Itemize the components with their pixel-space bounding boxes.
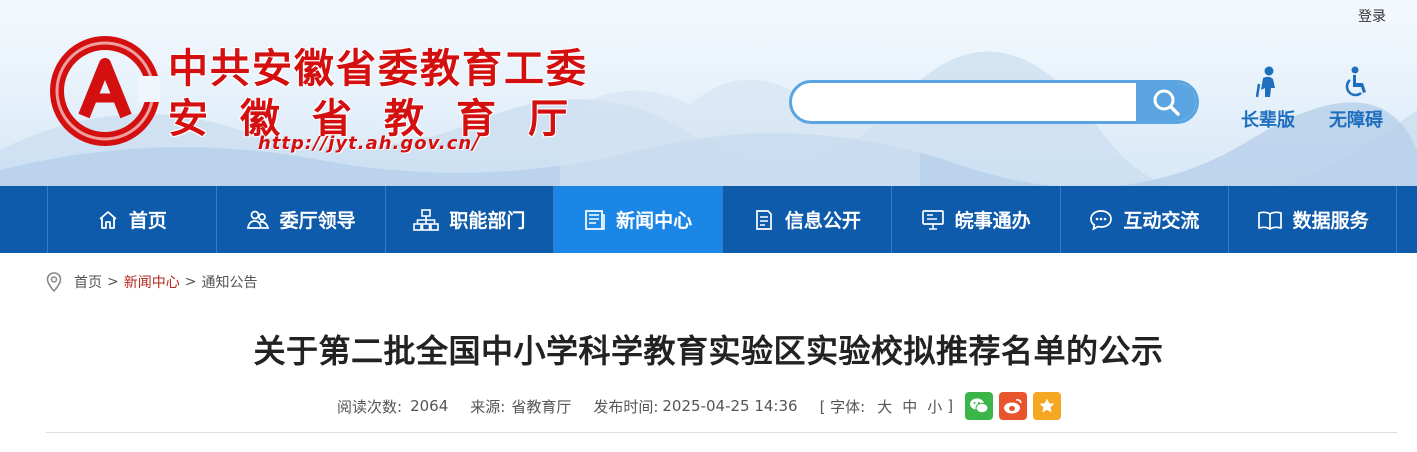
leaders-icon: [246, 209, 270, 231]
search-icon: [1153, 89, 1180, 116]
nav-item-departments[interactable]: 职能部门: [384, 186, 554, 253]
nav-item-label: 职能部门: [449, 210, 526, 232]
publish-time-label: 发布时间:: [593, 397, 659, 416]
nav-item-interaction[interactable]: 互动交流: [1059, 186, 1229, 253]
font-size-label: [ 字体:: [819, 397, 866, 416]
header-divider: [46, 432, 1397, 433]
nav-item-leaders[interactable]: 委厅领导: [215, 186, 385, 253]
org-chart-icon: [413, 208, 440, 231]
accessibility-button[interactable]: 无障碍: [1321, 66, 1391, 132]
monitor-icon: [921, 209, 945, 231]
chat-icon: [1089, 209, 1113, 231]
breadcrumb-separator: >: [184, 274, 197, 290]
nav-item-label: 互动交流: [1123, 210, 1200, 232]
site-url: http://jyt.ah.gov.cn/: [258, 133, 480, 154]
views-count: 2064: [410, 397, 449, 415]
nav-item-info-disclosure[interactable]: 信息公开: [722, 186, 891, 253]
nav-item-label: 皖事通办: [954, 210, 1031, 232]
font-size-small[interactable]: 小: [927, 396, 942, 417]
font-size-medium[interactable]: 中: [902, 396, 917, 417]
elder-mode-button[interactable]: 长辈版: [1233, 66, 1303, 132]
nav-item-label: 首页: [128, 210, 167, 232]
nav-item-services[interactable]: 皖事通办: [890, 186, 1060, 253]
article-title: 关于第二批全国中小学科学教育实验区实验校拟推荐名单的公示: [253, 332, 1164, 370]
font-size-large[interactable]: 大: [877, 396, 892, 417]
document-icon: [753, 209, 775, 231]
breadcrumb-news-center[interactable]: 新闻中心: [124, 272, 180, 292]
breadcrumb: 首页 > 新闻中心 > 通知公告: [46, 270, 257, 294]
accessibility-label: 无障碍: [1329, 110, 1383, 131]
views-label: 阅读次数:: [337, 397, 403, 416]
share-buttons: [965, 392, 1067, 420]
home-icon: [97, 209, 119, 231]
star-icon: [1039, 398, 1055, 413]
search-input[interactable]: [804, 83, 1134, 121]
nav-item-label: 数据服务: [1292, 210, 1369, 232]
nav-item-data-services[interactable]: 数据服务: [1228, 186, 1397, 253]
emblem-logo: [50, 36, 160, 146]
font-size-close: ]: [947, 397, 954, 415]
login-link[interactable]: 登录: [1358, 6, 1386, 26]
nav-item-label: 委厅领导: [279, 210, 356, 232]
nav-item-news[interactable]: 新闻中心: [553, 186, 722, 253]
elder-mode-label: 长辈版: [1241, 110, 1295, 131]
wheelchair-icon: [1345, 66, 1366, 97]
search-box: [789, 80, 1199, 124]
wechat-icon: [970, 398, 989, 414]
news-icon: [584, 209, 606, 231]
elder-icon: [1255, 66, 1275, 98]
location-pin-icon: [46, 272, 62, 292]
nav-item-label: 信息公开: [784, 210, 861, 232]
nav-item-label: 新闻中心: [616, 210, 693, 232]
breadcrumb-notices[interactable]: 通知公告: [201, 272, 257, 292]
breadcrumb-separator: >: [107, 274, 119, 290]
weibo-icon: [1004, 399, 1022, 414]
search-button[interactable]: [1136, 83, 1196, 121]
site-header: 登录 中共安徽省委教育工委 安徽省教育厅 http://jyt.ah.gov.c…: [0, 0, 1417, 186]
book-icon: [1257, 209, 1283, 231]
add-favorite-button[interactable]: [1033, 392, 1062, 420]
main-nav: 首页 委厅领导 职能部门 新闻中心 信息公开 皖事通办 互动交流 数据服务: [0, 186, 1417, 253]
share-weibo-button[interactable]: [999, 392, 1028, 420]
article-meta: 阅读次数: 2064 来源: 省教育厅 发布时间: 2025-04-25 14:…: [337, 392, 1067, 420]
source-value: 省教育厅: [511, 397, 572, 416]
source-label: 来源:: [470, 397, 506, 416]
share-wechat-button[interactable]: [965, 392, 994, 420]
publish-time-value: 2025-04-25 14:36: [662, 397, 798, 415]
nav-item-home[interactable]: 首页: [47, 186, 216, 253]
breadcrumb-home[interactable]: 首页: [74, 272, 102, 292]
